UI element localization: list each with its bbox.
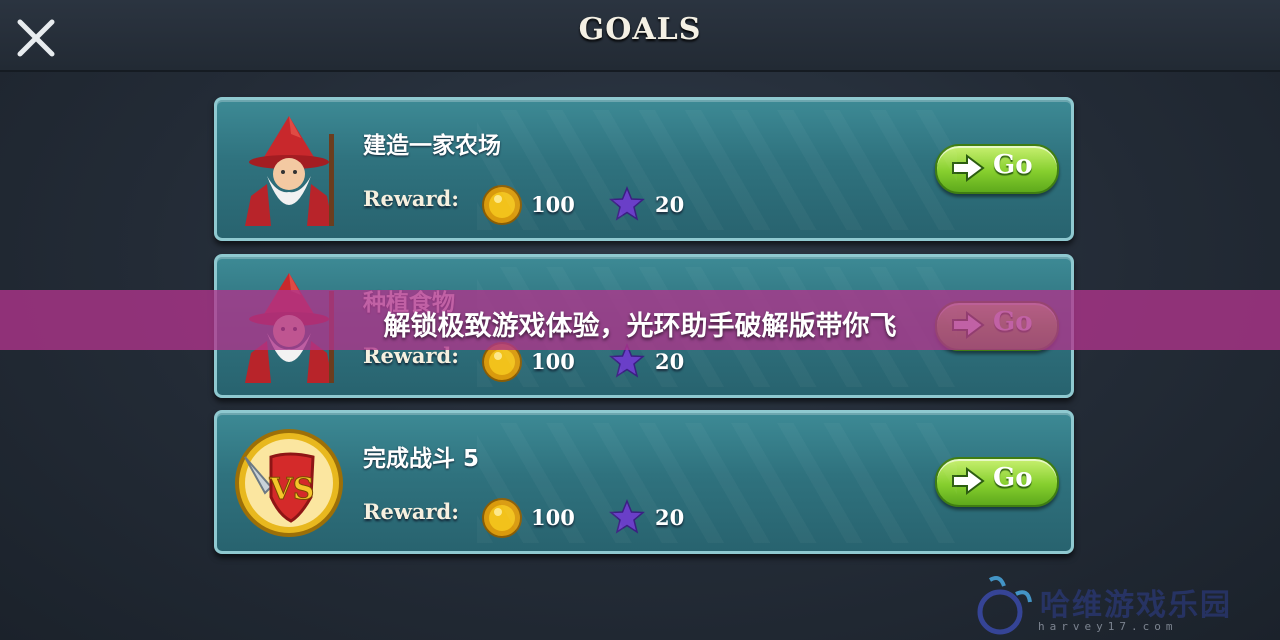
reward-label: Reward:: [363, 499, 459, 524]
watermark-url: harvey17.com: [1038, 620, 1178, 633]
wizard-portrait-icon: [245, 116, 334, 226]
page-title: GOALS: [578, 12, 702, 47]
star-icon: [609, 499, 645, 534]
go-button[interactable]: Go: [935, 144, 1059, 194]
star-reward-value: 20: [655, 192, 685, 217]
vs-shield-icon: VS: [235, 429, 343, 537]
star-reward-value: 20: [655, 349, 685, 374]
top-bar: GOALS: [0, 0, 1280, 72]
watermark-text: 哈维游戏乐园: [1040, 588, 1232, 623]
star-icon: [609, 186, 645, 221]
coin-reward-value: 100: [531, 505, 575, 530]
svg-text:VS: VS: [269, 472, 315, 507]
goal-card: 建造一家农场 Reward: 100 20 Go: [214, 97, 1074, 241]
reward-label: Reward:: [363, 186, 459, 211]
coin-icon: [482, 498, 522, 538]
goal-title: 完成战斗 5: [363, 446, 480, 472]
coin-reward-value: 100: [531, 192, 575, 217]
goal-card: VS 完成战斗 5 Reward: 100 20 Go: [214, 410, 1074, 554]
coin-reward-value: 100: [531, 349, 575, 374]
go-button-label: Go: [993, 150, 1033, 180]
coin-icon: [482, 185, 522, 225]
go-button[interactable]: Go: [935, 457, 1059, 507]
promo-banner-text: 解锁极致游戏体验，光环助手破解版带你飞: [383, 311, 897, 342]
goal-title: 建造一家农场: [363, 133, 501, 159]
arrow-right-icon: [952, 467, 985, 495]
go-button-label: Go: [993, 463, 1033, 493]
star-reward-value: 20: [655, 505, 685, 530]
arrow-right-icon: [952, 154, 985, 182]
